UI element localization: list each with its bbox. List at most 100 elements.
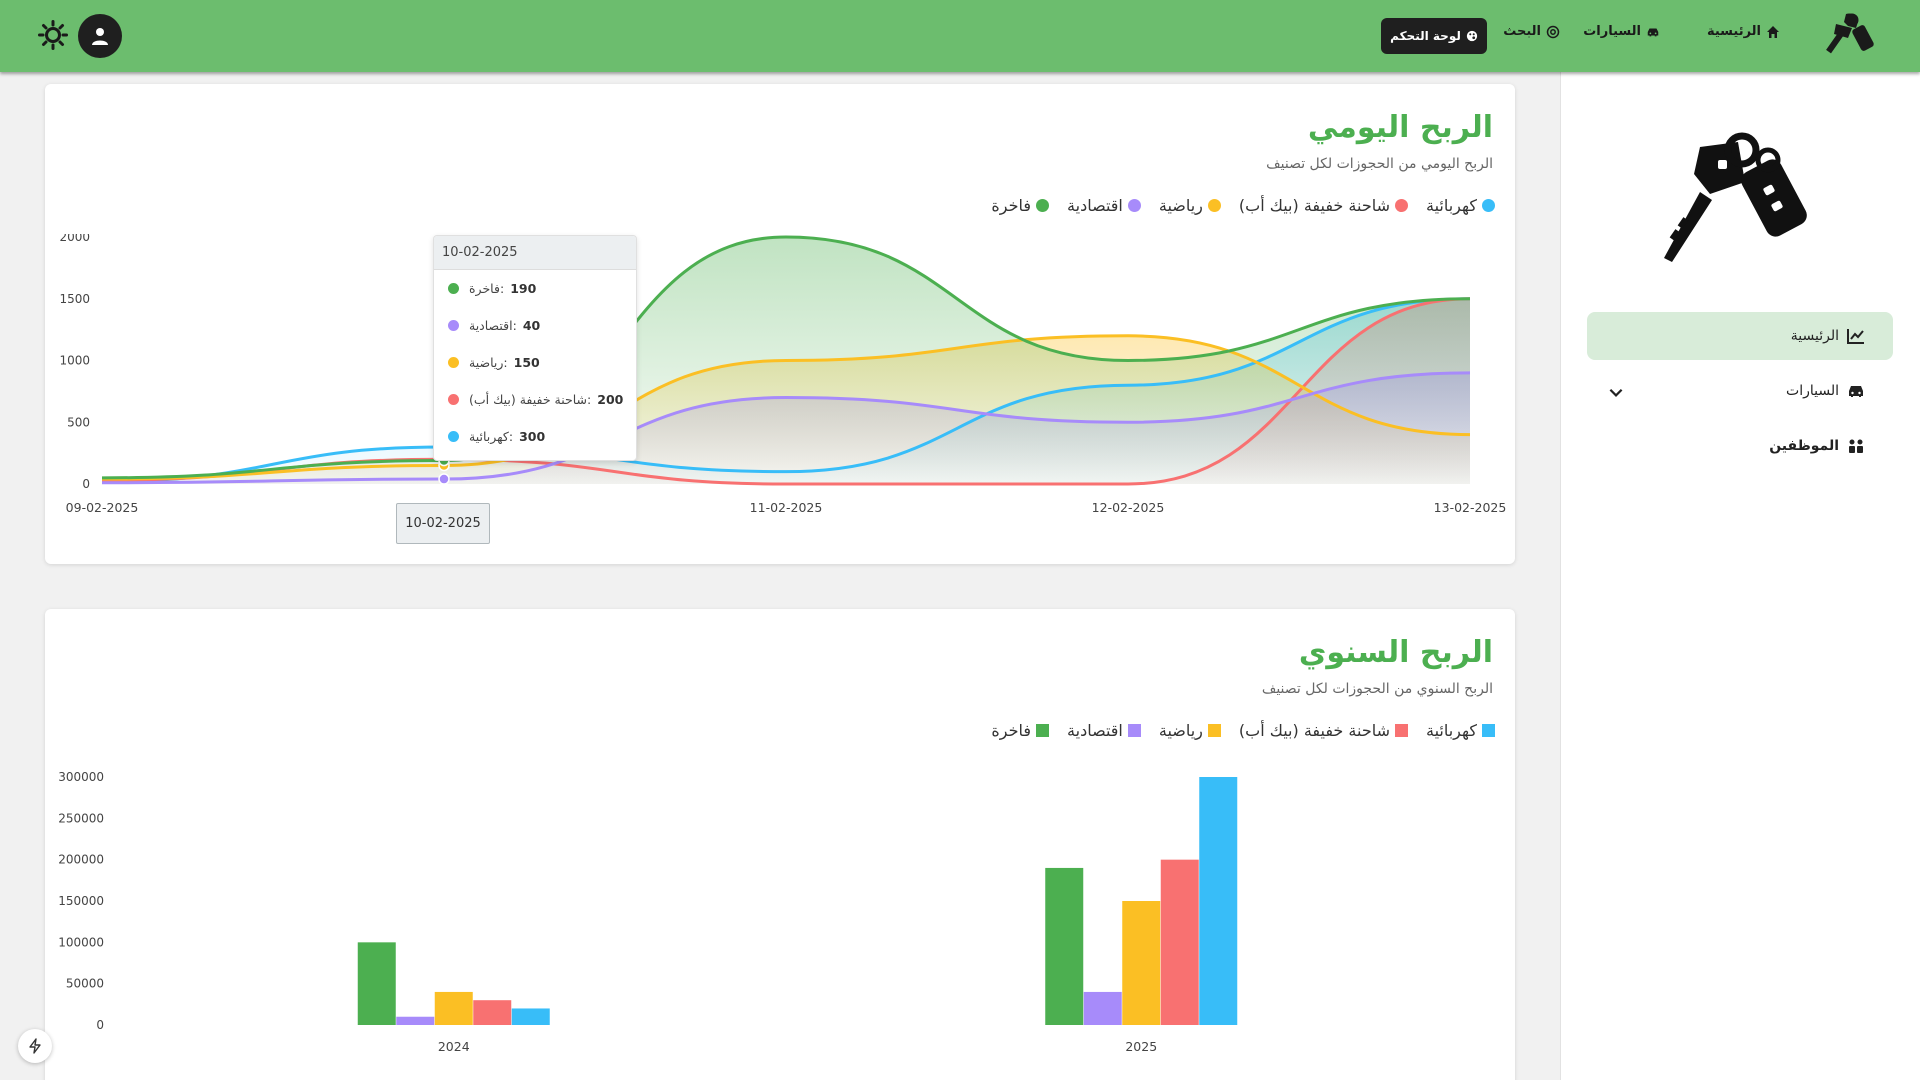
legend-item[interactable]: فاخرة [991,721,1050,740]
tooltip-label: اقتصادية: [469,318,517,333]
quick-action-button[interactable] [18,1029,52,1063]
tooltip-dot [448,394,459,405]
nav-cars-label: السيارات [1583,24,1641,39]
tooltip-value: 150 [513,355,540,370]
y-tick-label: 200000 [58,853,104,867]
legend-label: اقتصادية [1067,721,1123,740]
y-tick-label: 300000 [58,770,104,784]
bar[interactable] [1045,867,1084,1025]
sidebar-item-label: الموظفين [1769,438,1839,454]
x-tick-label: 13-02-2025 [1434,500,1507,515]
legend-item[interactable]: فاخرة [991,196,1050,215]
bar[interactable] [473,1000,512,1025]
yearly-profit-chart[interactable]: 0 50000 100000 150000 200000 250000 300000 2024… [45,759,1515,1079]
legend-swatch [1207,724,1221,737]
x-axis-tooltip: 10-02-2025 [396,503,490,544]
chevron-down-icon[interactable] [1607,383,1625,401]
legend-label: شاحنة خفيفة (بيك أب) [1238,196,1390,215]
at-icon [1546,25,1560,38]
x-tick-label: 2025 [1125,1039,1157,1054]
legend-swatch [1127,199,1141,212]
sidebar-item-cars[interactable]: السيارات [1587,367,1893,415]
legend-swatch [1394,199,1408,212]
bar[interactable] [434,991,473,1025]
legend-item[interactable]: شاحنة خفيفة (بيك أب) [1239,721,1408,740]
lightning-icon [29,1038,41,1054]
tooltip-row: اقتصادية: 40 [434,307,636,344]
sidebar-item-label: السيارات [1786,383,1839,399]
legend-item[interactable]: كهربائية [1426,721,1495,740]
bar[interactable] [1199,777,1238,1025]
tooltip-dot [448,283,459,294]
legend-swatch [1207,199,1221,212]
tooltip-row: شاحنة خفيفة (بيك أب): 200 [434,381,636,418]
tooltip-row: رياضية: 150 [434,344,636,381]
sidebar-item-home[interactable]: الرئيسية [1587,312,1893,360]
bar[interactable] [396,1016,435,1025]
daily-profit-card: الربح اليومي الربح اليومي من الحجوزات لك… [45,84,1515,564]
sun-icon [38,20,68,50]
legend-swatch [1036,724,1050,737]
tooltip-label: فاخرة: [469,281,505,296]
legend-label: كهربائية [1425,721,1477,740]
tooltip-label: كهربائية: [469,429,514,444]
legend-item[interactable]: اقتصادية [1067,721,1141,740]
legend-item[interactable]: رياضية [1159,196,1221,215]
bar[interactable] [1083,991,1122,1025]
yearly-profit-subtitle: الربح السنوي من الحجوزات لكل تصنيف [1261,681,1493,697]
car-icon [1849,386,1863,397]
car-keys-logo-icon[interactable] [1822,10,1878,62]
daily-legend: كهربائية شاحنة خفيفة (بيك أب) رياضية اقتصاد… [991,196,1495,215]
legend-item[interactable]: كهربائية [1426,196,1495,215]
bar[interactable] [357,942,396,1025]
y-tick-label: 0 [82,477,90,491]
legend-label: رياضية [1158,721,1203,740]
legend-item[interactable]: رياضية [1159,721,1221,740]
daily-profit-chart[interactable]: 0 500 1000 1500 2000 09-02-2025 10-02-2025 11-0… [45,234,1515,524]
daily-profit-title: الربح اليومي [1307,110,1493,145]
data-point-marker[interactable] [438,473,450,485]
tooltip-row: كهربائية: 300 [434,418,636,455]
x-tick-label: 11-02-2025 [750,500,823,515]
theme-toggle-button[interactable] [38,20,68,50]
nav-home-label: الرئيسية [1706,24,1761,39]
legend-item[interactable]: شاحنة خفيفة (بيك أب) [1239,196,1408,215]
yearly-legend: كهربائية شاحنة خفيفة (بيك أب) رياضية اقتصاد… [991,721,1495,740]
user-avatar-button[interactable] [78,14,122,58]
legend-label: رياضية [1158,196,1203,215]
chart-line-icon [1847,329,1864,344]
legend-swatch [1482,199,1495,212]
tooltip-dot [448,320,459,331]
y-tick-label: 1500 [59,292,90,306]
yearly-profit-card: الربح السنوي الربح السنوي من الحجوزات لك… [45,609,1515,1080]
legend-item[interactable]: اقتصادية [1067,196,1141,215]
chart-tooltip: 10-02-2025 فاخرة: 190 اقتصادية: 40 رياضية: 15… [433,235,637,461]
tooltip-date: 10-02-2025 [434,236,636,270]
legend-swatch [1394,724,1408,737]
y-tick-label: 1000 [59,354,90,368]
y-tick-label: 2000 [59,234,90,244]
y-tick-label: 50000 [66,977,104,991]
tooltip-label: شاحنة خفيفة (بيك أب): [469,392,592,407]
bar[interactable] [1160,859,1199,1025]
bar[interactable] [511,1008,550,1025]
y-tick-label: 500 [67,415,90,429]
tooltip-value: 200 [597,392,624,407]
sidebar-item-staff[interactable]: الموظفين [1587,422,1893,470]
palette-icon [1466,30,1477,42]
yearly-profit-title: الربح السنوي [1298,635,1493,670]
nav-home-link[interactable]: الرئيسية [1707,24,1780,39]
nav-search-link[interactable]: البحث [1503,24,1560,39]
bar[interactable] [1122,901,1161,1025]
tooltip-row: فاخرة: 190 [434,270,636,307]
nav-cars-link[interactable]: السيارات [1583,24,1660,39]
nav-search-label: البحث [1503,24,1541,39]
tooltip-value: 300 [519,429,546,444]
x-tick-label: 2024 [438,1039,470,1054]
tooltip-dot [448,357,459,368]
x-tick-label: 12-02-2025 [1092,500,1165,515]
user-icon [92,28,108,45]
y-tick-label: 0 [96,1018,104,1032]
car-keys-logo-icon [1664,132,1807,262]
dashboard-button[interactable]: لوحة التحكم [1381,18,1487,54]
